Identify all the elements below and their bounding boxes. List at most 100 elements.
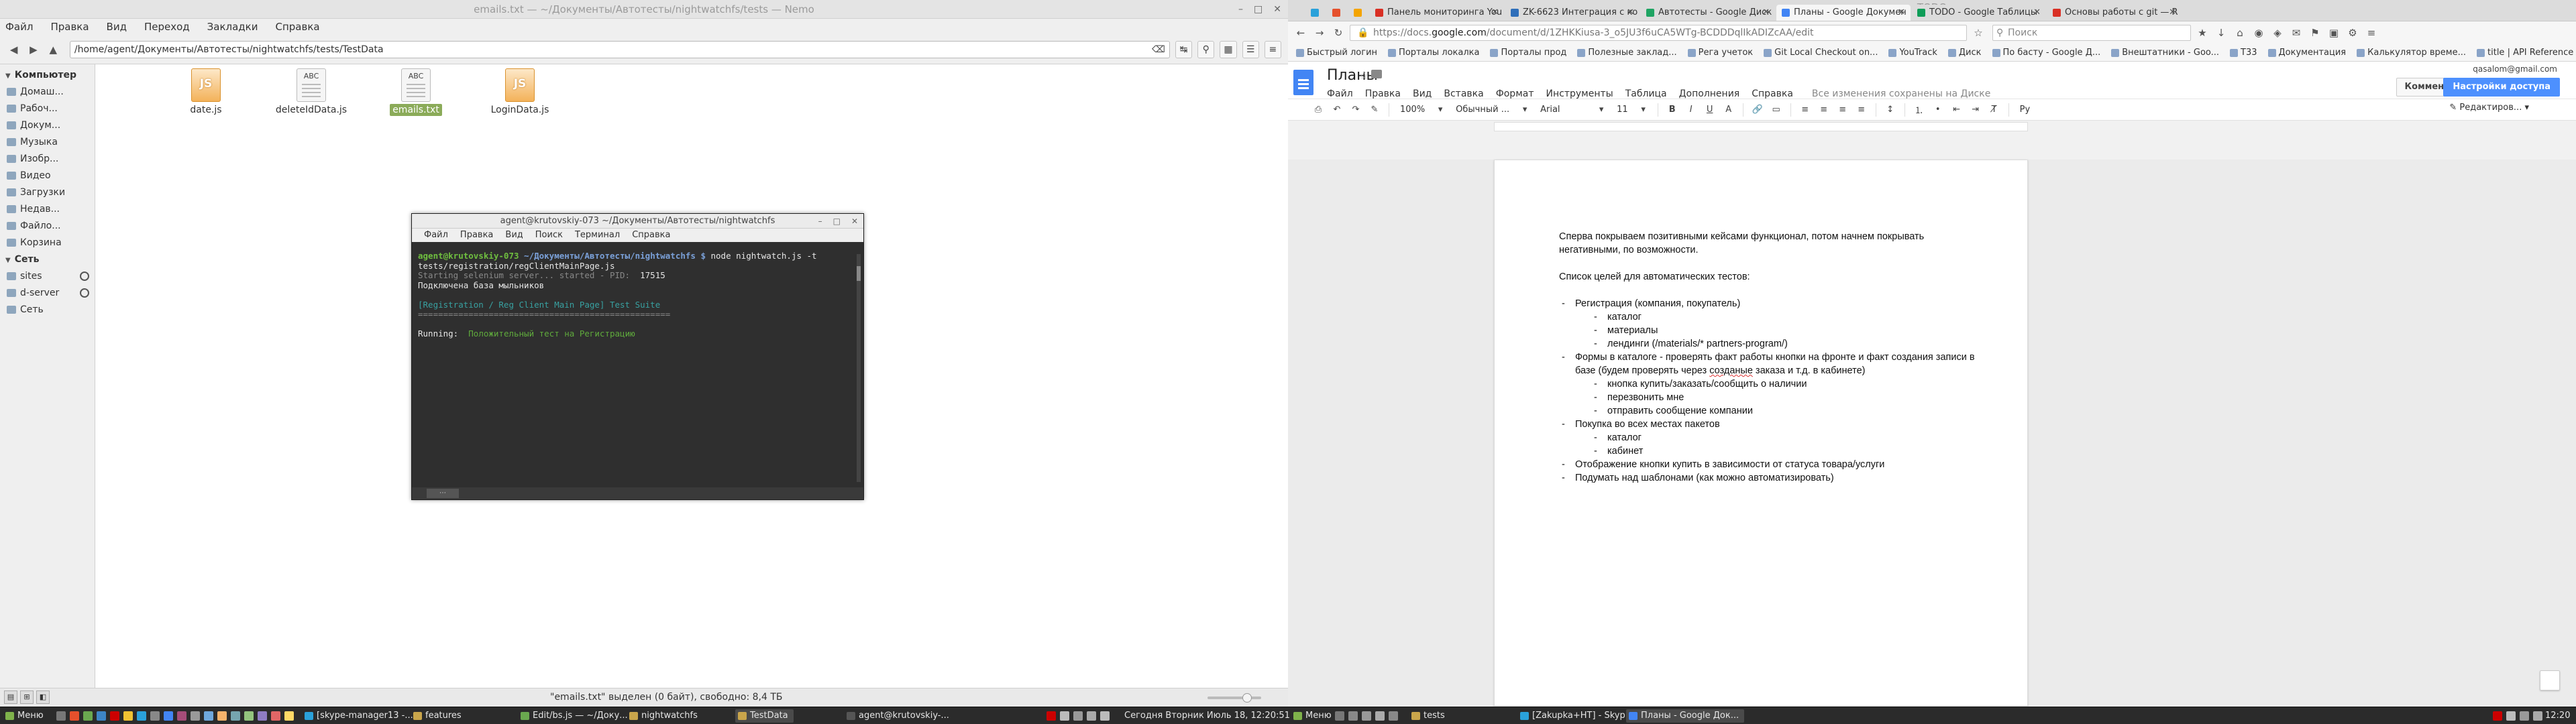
app-icon[interactable] — [150, 711, 160, 721]
ruler[interactable] — [1288, 121, 2576, 133]
document-canvas[interactable]: Сперва покрываем позитивными кейсами фун… — [1288, 160, 2576, 707]
sidebar-section-network[interactable]: ▼ Сеть — [0, 251, 95, 268]
list-item[interactable]: материалы — [1559, 324, 1987, 337]
bulleted-list-icon[interactable]: • — [1931, 103, 1945, 117]
show-places-icon[interactable]: ▤ — [4, 690, 17, 704]
address-bar[interactable]: 🔒 https://docs.google.com/document/d/1ZHK… — [1350, 25, 1967, 41]
menu-bookmarks[interactable]: Закладки — [207, 21, 258, 33]
list-item[interactable]: Подумать над шаблонами (как можно автома… — [1559, 471, 1987, 485]
editing-mode-select[interactable]: ✎ Редактиров... ▾ — [2449, 103, 2529, 113]
docs-menu-edit[interactable]: Правка — [1365, 88, 1401, 99]
undo-icon[interactable]: ↶ — [1330, 103, 1344, 117]
taskbar-item[interactable]: [skype-manager13 -... — [302, 709, 413, 723]
term-menu-help[interactable]: Справка — [632, 229, 670, 242]
bookmark-item[interactable]: T33 — [2227, 48, 2262, 58]
italic-icon[interactable]: I — [1684, 103, 1699, 117]
maximize-icon[interactable]: □ — [833, 214, 841, 229]
bookmark-item[interactable]: title | API Reference ... — [2474, 48, 2576, 58]
bookmark-item[interactable]: Быстрый логин — [1293, 48, 1383, 58]
eject-icon[interactable] — [80, 288, 89, 298]
file-item[interactable]: JS date.js — [166, 68, 246, 115]
zoom-slider-handle[interactable] — [1242, 693, 1252, 703]
terminal-icon[interactable] — [83, 711, 93, 721]
app-icon[interactable] — [1389, 711, 1398, 721]
bookmark-item[interactable]: Документация — [2265, 48, 2352, 58]
menu-file[interactable]: Файл — [5, 21, 33, 33]
clear-location-icon[interactable]: ⌫ — [1152, 42, 1165, 58]
input-language-select[interactable]: Ру — [2016, 103, 2035, 117]
app-icon[interactable] — [231, 711, 240, 721]
tab-youtube-dashboard[interactable]: Панель мониторинга You ✕ — [1370, 5, 1504, 21]
close-tab-icon[interactable]: ✕ — [1491, 5, 1499, 21]
tab-pinned-telegram[interactable] — [1305, 5, 1326, 21]
terminal-titlebar[interactable]: agent@krutovskiy-073 ~/Документы/Автотес… — [412, 214, 863, 229]
sidebar-item-d-server[interactable]: d-server — [0, 285, 95, 302]
close-tab-icon[interactable]: ✕ — [2169, 5, 2176, 21]
app-icon[interactable] — [1375, 711, 1385, 721]
account-email[interactable]: qasalom@gmail.com — [2473, 64, 2557, 74]
app-icon[interactable] — [191, 711, 200, 721]
show-desktop-icon[interactable] — [1335, 711, 1344, 721]
list-item[interactable]: Покупка во всех местах пакетов — [1559, 418, 1987, 431]
app-icon[interactable] — [1362, 711, 1371, 721]
up-icon[interactable]: ▲ — [46, 42, 60, 57]
list-item[interactable]: Формы в каталоге - проверять факт работы… — [1559, 351, 1987, 377]
close-icon[interactable]: ✕ — [1273, 0, 1281, 19]
tray-icon[interactable] — [2533, 711, 2542, 721]
taskbar-item[interactable]: [Zakupka+HT] - Skyp... — [1517, 709, 1633, 723]
tab-pinned-gmail[interactable] — [1327, 5, 1347, 21]
hide-sidebar-icon[interactable]: ◧ — [36, 690, 50, 704]
bookmark-item[interactable]: Рега учеток — [1685, 48, 1759, 58]
star-icon[interactable]: ☆ — [1359, 69, 1368, 82]
app-icon[interactable] — [244, 711, 254, 721]
menu-go[interactable]: Переход — [144, 21, 190, 33]
extension-icon[interactable]: ▣ — [2326, 25, 2341, 40]
sidebar-item-documents[interactable]: Докум... — [0, 117, 95, 134]
toggle-location-icon[interactable]: ↹ — [1175, 40, 1193, 58]
save-status[interactable]: Все изменения сохранены на Диске — [1812, 88, 1990, 99]
share-button[interactable]: Настройки доступа — [2443, 78, 2560, 97]
app-icon[interactable] — [123, 711, 133, 721]
docs-menu-insert[interactable]: Вставка — [1444, 88, 1483, 99]
numbered-list-icon[interactable]: ⒈ — [1912, 103, 1927, 117]
window-titlebar[interactable]: emails.txt — ~/Документы/Автотесты/night… — [0, 0, 1288, 19]
term-menu-file[interactable]: Файл — [424, 229, 448, 242]
sidebar-item-pictures[interactable]: Изобр... — [0, 151, 95, 168]
clock[interactable]: 12:20 — [2542, 709, 2570, 723]
extension-icon[interactable]: ◈ — [2270, 25, 2285, 40]
list-item[interactable]: Отображение кнопки купить в зависимости … — [1559, 458, 1987, 471]
font-size-select[interactable]: 11 — [1613, 103, 1632, 117]
taskbar-item[interactable]: agent@krutovskiy-... — [844, 709, 949, 723]
flag-icon[interactable] — [1046, 711, 1056, 721]
sidebar-item-downloads[interactable]: Загрузки — [0, 184, 95, 201]
sidebar-section-computer[interactable]: ▼ Компьютер — [0, 67, 95, 84]
clear-formatting-icon[interactable]: T̸ — [1987, 103, 2002, 117]
browser-icon[interactable] — [70, 711, 79, 721]
bookmark-item[interactable]: Порталы прод — [1487, 48, 1572, 58]
bookmark-item[interactable]: По басту - Google Д... — [1990, 48, 2106, 58]
app-icon[interactable] — [284, 711, 294, 721]
list-item[interactable]: кабинет — [1559, 444, 1987, 458]
clock[interactable]: Сегодня Вторник Июль 18, 12:20:51 — [1110, 709, 1290, 723]
sidebar-item-recent[interactable]: Недав... — [0, 201, 95, 218]
terminal-tab[interactable]: ⋯ — [427, 489, 459, 498]
docs-menu-view[interactable]: Вид — [1413, 88, 1432, 99]
zoom-select[interactable]: 100% — [1396, 103, 1429, 117]
close-tab-icon[interactable]: ✕ — [2033, 5, 2041, 21]
network-icon[interactable] — [1073, 711, 1083, 721]
bookmark-item[interactable]: Порталы локалка — [1385, 48, 1485, 58]
tab-google-docs-active[interactable]: Планы - Google Докумен ✕ — [1776, 5, 1911, 21]
list-item[interactable]: перезвонить мне — [1559, 391, 1987, 404]
eject-icon[interactable] — [80, 272, 89, 281]
taskbar-item[interactable]: nightwatchfs — [627, 709, 698, 723]
home-icon[interactable]: ⌂ — [2233, 25, 2247, 40]
flag-icon[interactable] — [2493, 711, 2502, 721]
bookmark-star-icon[interactable]: ☆ — [1971, 25, 1986, 40]
volume-icon[interactable] — [1060, 711, 1069, 721]
taskbar-item-active[interactable]: TestData — [735, 709, 794, 723]
app-icon[interactable] — [217, 711, 227, 721]
align-left-icon[interactable]: ≡ — [1798, 103, 1813, 117]
docs-menu-help[interactable]: Справка — [1752, 88, 1793, 99]
tab-google-sheets[interactable]: TODO - Google Таблицы ✕ — [1912, 5, 2046, 21]
term-menu-edit[interactable]: Правка — [460, 229, 493, 242]
